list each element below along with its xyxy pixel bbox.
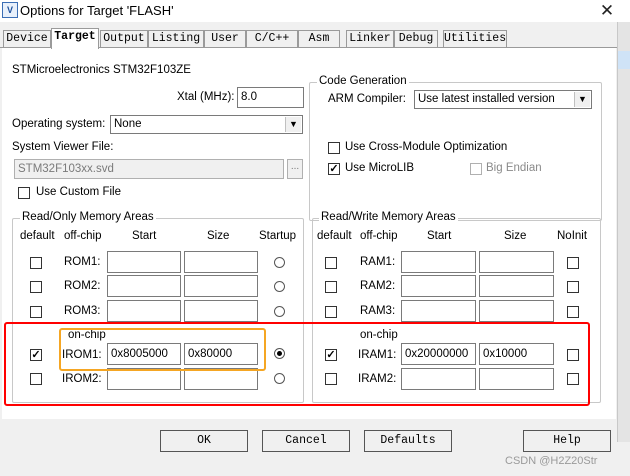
device-name: STMicroelectronics STM32F103ZE <box>12 64 191 76</box>
microlib-label: Use MicroLIB <box>345 162 415 174</box>
rw-header-start: Start <box>427 230 452 242</box>
rw-memory-title: Read/Write Memory Areas <box>319 211 458 223</box>
tab-user[interactable]: User <box>204 30 246 48</box>
rom1-startup-radio[interactable] <box>274 257 285 268</box>
rom1-start-input[interactable] <box>107 251 181 273</box>
arm-compiler-select[interactable]: Use latest installed version ▼ <box>414 90 592 109</box>
ro-header-size: Size <box>207 230 230 242</box>
ram1-noinit-checkbox[interactable] <box>567 257 579 269</box>
background-window-strip <box>617 22 630 442</box>
ro-header-start: Start <box>132 230 157 242</box>
tab-debug[interactable]: Debug <box>394 30 438 48</box>
rom3-label: ROM3: <box>64 305 101 317</box>
ro-header-offchip: off-chip <box>64 230 102 242</box>
big-endian-label: Big Endian <box>486 162 542 174</box>
defaults-button[interactable]: Defaults <box>364 430 452 452</box>
svd-label: System Viewer File: <box>12 141 114 153</box>
rw-header-noinit: NoInit <box>557 230 588 242</box>
ram3-noinit-checkbox[interactable] <box>567 306 579 318</box>
chevron-down-icon: ▼ <box>574 92 590 107</box>
rom3-default-checkbox[interactable] <box>30 306 42 318</box>
orange-highlight-box <box>59 328 266 371</box>
rom2-start-input[interactable] <box>107 275 181 297</box>
xtal-input[interactable]: 8.0 <box>237 87 304 108</box>
ok-button[interactable]: OK <box>160 430 248 452</box>
ram3-start-input[interactable] <box>401 300 476 322</box>
rw-header-size: Size <box>504 230 527 242</box>
rw-header-default: default <box>317 230 352 242</box>
code-generation-title: Code Generation <box>317 75 409 87</box>
ro-header-startup: Startup <box>259 230 297 242</box>
close-icon[interactable]: ✕ <box>596 0 618 22</box>
app-icon: V <box>2 2 18 18</box>
ram1-size-input[interactable] <box>479 251 554 273</box>
rom2-size-input[interactable] <box>184 275 258 297</box>
chevron-down-icon: ▼ <box>285 117 301 132</box>
rom2-default-checkbox[interactable] <box>30 281 42 293</box>
os-label: Operating system: <box>12 118 106 130</box>
watermark: CSDN @H2Z20Str <box>505 455 598 467</box>
arm-compiler-label: ARM Compiler: <box>328 93 406 105</box>
xtal-label: Xtal (MHz): <box>177 91 235 103</box>
arm-compiler-value: Use latest installed version <box>418 93 555 105</box>
tab-asm[interactable]: Asm <box>298 30 340 48</box>
rw-header-offchip: off-chip <box>360 230 398 242</box>
ram3-size-input[interactable] <box>479 300 554 322</box>
tab-output[interactable]: Output <box>100 30 148 48</box>
rom3-size-input[interactable] <box>184 300 258 322</box>
ram2-label: RAM2: <box>360 280 396 292</box>
ram3-default-checkbox[interactable] <box>325 306 337 318</box>
ram1-label: RAM1: <box>360 256 396 268</box>
os-select-value: None <box>114 118 142 130</box>
ram1-default-checkbox[interactable] <box>325 257 337 269</box>
tab-target[interactable]: Target <box>51 28 99 49</box>
rom1-size-input[interactable] <box>184 251 258 273</box>
tab-device[interactable]: Device <box>3 30 51 48</box>
custom-file-checkbox[interactable] <box>18 187 30 199</box>
microlib-checkbox[interactable]: ✓ <box>328 163 340 175</box>
ram2-default-checkbox[interactable] <box>325 281 337 293</box>
ro-memory-title: Read/Only Memory Areas <box>20 211 156 223</box>
os-select[interactable]: None ▼ <box>110 115 303 134</box>
ram3-label: RAM3: <box>360 305 396 317</box>
window-title: Options for Target 'FLASH' <box>20 3 174 18</box>
rom1-label: ROM1: <box>64 256 101 268</box>
cross-module-checkbox[interactable] <box>328 142 340 154</box>
tab-utilities[interactable]: Utilities <box>443 30 507 48</box>
custom-file-label: Use Custom File <box>36 186 121 198</box>
ram2-noinit-checkbox[interactable] <box>567 281 579 293</box>
help-button[interactable]: Help <box>523 430 611 452</box>
tab-listing[interactable]: Listing <box>148 30 204 48</box>
rom3-start-input[interactable] <box>107 300 181 322</box>
rom2-label: ROM2: <box>64 280 101 292</box>
cancel-button[interactable]: Cancel <box>262 430 350 452</box>
svd-file-field: STM32F103xx.svd <box>14 159 284 179</box>
ram1-start-input[interactable] <box>401 251 476 273</box>
ram2-size-input[interactable] <box>479 275 554 297</box>
rom1-default-checkbox[interactable] <box>30 257 42 269</box>
tab-cc[interactable]: C/C++ <box>246 30 298 48</box>
ro-header-default: default <box>20 230 55 242</box>
cross-module-label: Use Cross-Module Optimization <box>345 141 508 153</box>
svd-browse-button: ... <box>287 159 303 179</box>
ram2-start-input[interactable] <box>401 275 476 297</box>
rom3-startup-radio[interactable] <box>274 306 285 317</box>
big-endian-checkbox <box>470 163 482 175</box>
rom2-startup-radio[interactable] <box>274 281 285 292</box>
tab-linker[interactable]: Linker <box>346 30 394 48</box>
background-window-highlight <box>618 51 630 69</box>
